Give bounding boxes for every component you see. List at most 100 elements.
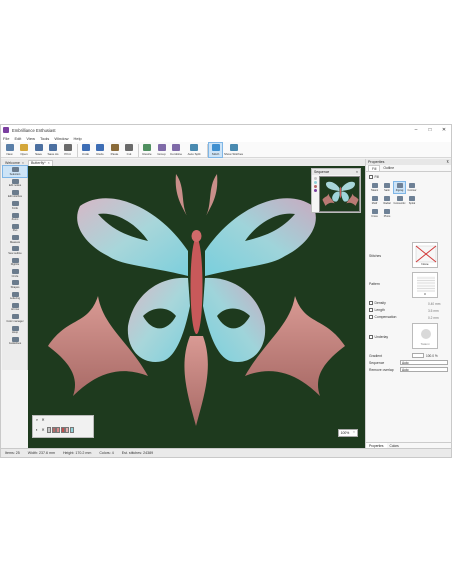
resize-button[interactable]: Resize — [141, 143, 154, 157]
sequence-thumbnail[interactable] — [319, 176, 360, 212]
menu-tools[interactable]: Tools — [40, 136, 49, 141]
tool-color-manager[interactable]: Color manager — [3, 313, 27, 324]
save-button[interactable]: Save — [32, 143, 45, 157]
menu-help[interactable]: Help — [74, 136, 82, 141]
fill-checkbox[interactable] — [369, 175, 373, 179]
tool-guidelines[interactable]: Guidelines — [3, 335, 27, 346]
tool-lettering[interactable]: Lettering — [3, 290, 27, 301]
density-value[interactable]: 0.40 mm — [428, 302, 440, 306]
sequence-color-dot[interactable] — [314, 177, 317, 180]
show-stitches-icon — [229, 144, 238, 151]
tool-circle[interactable]: Circle — [3, 268, 27, 279]
eyedropper-icon[interactable]: ⌕ — [35, 418, 39, 422]
thread-color-swatch[interactable] — [65, 427, 70, 433]
tool-measure[interactable]: Measure — [3, 234, 27, 245]
tool-edit-nodes[interactable]: Edit nodes — [3, 177, 27, 188]
ribbon-label: Redo — [96, 152, 104, 156]
tool-label: Guidelines — [8, 342, 22, 346]
stitch-button[interactable]: Stitch — [208, 142, 223, 158]
contour-fill-button[interactable]: Contour — [407, 182, 418, 193]
print-button[interactable]: Print — [61, 143, 74, 157]
thread-color-swatch[interactable] — [60, 427, 65, 433]
open-button[interactable]: Open — [18, 143, 31, 157]
tool-hoop[interactable]: Hoop — [3, 324, 27, 335]
tool-palette: Selection Edit nodes Edit stitches Knife Zoo… — [2, 164, 28, 370]
undo-button[interactable]: Undo — [79, 143, 92, 157]
sequence-color-dot[interactable] — [314, 189, 317, 192]
close-icon[interactable]: ✕ — [437, 125, 451, 135]
tool-pan[interactable]: Pan — [3, 222, 27, 233]
tool-zoom[interactable]: Zoom — [3, 211, 27, 222]
tool-arrows[interactable]: Arrows — [3, 302, 27, 313]
menu-edit[interactable]: Edit — [14, 136, 21, 141]
compensation-checkbox[interactable] — [369, 315, 373, 319]
save-as-button[interactable]: Save As — [47, 143, 60, 157]
maximize-icon[interactable]: □ — [423, 125, 437, 135]
thread-icon[interactable]: ◐ — [35, 428, 39, 432]
underlay-selector[interactable]: Tatami — [412, 323, 438, 349]
sequence-color-dot[interactable] — [314, 181, 317, 184]
tool-shapes[interactable]: Shapes — [3, 279, 27, 290]
remove-color-icon[interactable]: ✕ — [41, 418, 45, 422]
menu-window[interactable]: Window — [54, 136, 68, 141]
show-stitches-button[interactable]: Show Stitches — [224, 143, 244, 157]
tab-fill[interactable]: Fill — [368, 165, 381, 171]
satin-fill-button[interactable]: Satin — [382, 182, 393, 193]
design-canvas[interactable]: Sequence × ⌕ ✕ ◐ ✕ 100% ⌃ — [28, 166, 365, 448]
thread-color-swatch[interactable] — [47, 427, 51, 433]
tab-label: Outline — [383, 166, 395, 170]
motif-fill-button[interactable]: Motif — [369, 195, 380, 206]
sequence-dropdown[interactable]: Auto — [400, 360, 448, 365]
thread-color-swatch[interactable] — [69, 427, 74, 433]
tool-label: Shapes — [10, 285, 20, 289]
close-tab-icon[interactable]: × — [48, 161, 50, 165]
gradient-value[interactable]: 100.0 % — [426, 354, 438, 358]
group-button[interactable]: Group — [155, 143, 168, 157]
new-button[interactable]: New — [3, 143, 16, 157]
underlay-checkbox[interactable] — [369, 335, 373, 339]
spiral-fill-button[interactable]: Spiral — [407, 195, 418, 206]
save-as-icon — [49, 144, 57, 151]
cut-button[interactable]: Cut — [123, 143, 136, 157]
chevron-up-icon[interactable]: ⌃ — [353, 431, 356, 435]
zigzag-fill-button[interactable]: Zigzag — [393, 181, 406, 194]
tool-knife[interactable]: Knife — [3, 200, 27, 211]
remove-overlap-dropdown[interactable]: Auto — [400, 367, 448, 372]
tatami-fill-button[interactable]: Tatami — [369, 182, 380, 193]
minimize-icon[interactable]: – — [409, 125, 423, 135]
gradient-swatch[interactable] — [412, 353, 424, 358]
undo-icon — [81, 144, 90, 151]
thread-color-swatch[interactable] — [56, 427, 61, 433]
tool-label: Color manager — [6, 319, 24, 323]
thread-color-swatch[interactable] — [51, 427, 56, 433]
zoom-control[interactable]: 100% ⌃ — [338, 429, 358, 437]
remove-color-icon[interactable]: ✕ — [41, 428, 45, 432]
paste-button[interactable]: Paste — [108, 143, 121, 157]
cross-fill-button[interactable]: Cross — [369, 208, 380, 219]
compensation-value[interactable]: 0.2 mm — [428, 316, 439, 320]
photo-fill-button[interactable]: Photo — [382, 208, 393, 219]
length-checkbox[interactable] — [369, 308, 373, 312]
menu-view[interactable]: View — [26, 136, 35, 141]
tab-butterfly[interactable]: Butterfly* × — [28, 159, 53, 166]
tab-outline[interactable]: Outline — [380, 165, 397, 171]
pattern-selector[interactable]: 0 — [412, 272, 438, 298]
close-tab-icon[interactable]: × — [22, 161, 24, 165]
combine-button[interactable]: Combine — [170, 143, 183, 157]
menu-file[interactable]: File — [3, 136, 9, 141]
stitch-type-selector[interactable]: None — [412, 242, 438, 268]
redo-button[interactable]: Redo — [94, 143, 107, 157]
sequence-color-dot[interactable] — [314, 185, 317, 188]
tool-selection[interactable]: Selection — [2, 164, 28, 179]
pin-icon[interactable]: ⊼ — [446, 160, 449, 164]
tab-welcome[interactable]: Welcome × — [3, 160, 26, 166]
tool-edit-stitches[interactable]: Edit stitches — [3, 189, 27, 200]
concentric-fill-button[interactable]: Concentric — [394, 195, 405, 206]
density-checkbox[interactable] — [369, 301, 373, 305]
auto-split-button[interactable]: Auto Split — [184, 143, 204, 157]
length-value[interactable]: 3.5 mm — [428, 309, 439, 313]
radial-fill-button[interactable]: Radial — [382, 195, 393, 206]
close-panel-icon[interactable]: × — [356, 170, 358, 174]
tool-sew-outline[interactable]: Sew outline — [3, 245, 27, 256]
tool-digitize[interactable]: Digitize — [3, 256, 27, 267]
